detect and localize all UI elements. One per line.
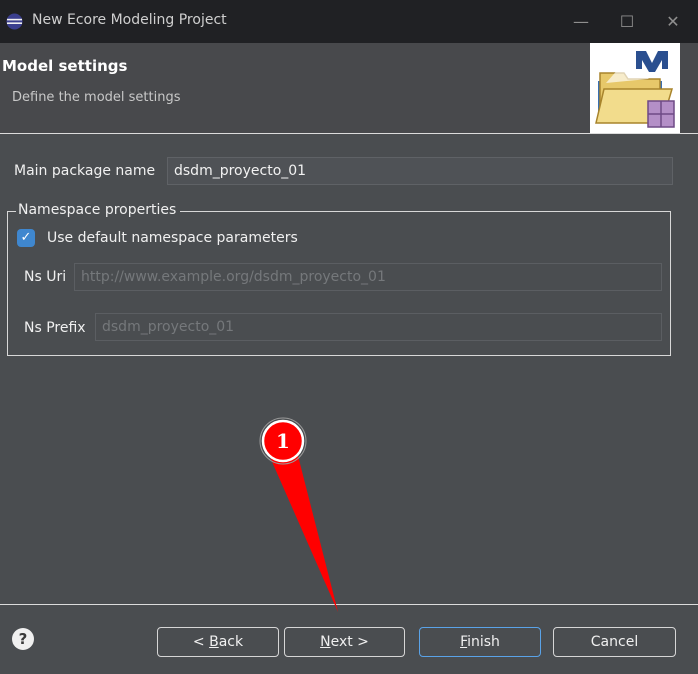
annotation-arrow [266,448,338,612]
annotation-number: 1 [276,429,290,453]
dialog-window: New Ecore Modeling Project — ☐ ✕ Model s… [0,0,698,674]
annotation-layer [259,417,338,612]
